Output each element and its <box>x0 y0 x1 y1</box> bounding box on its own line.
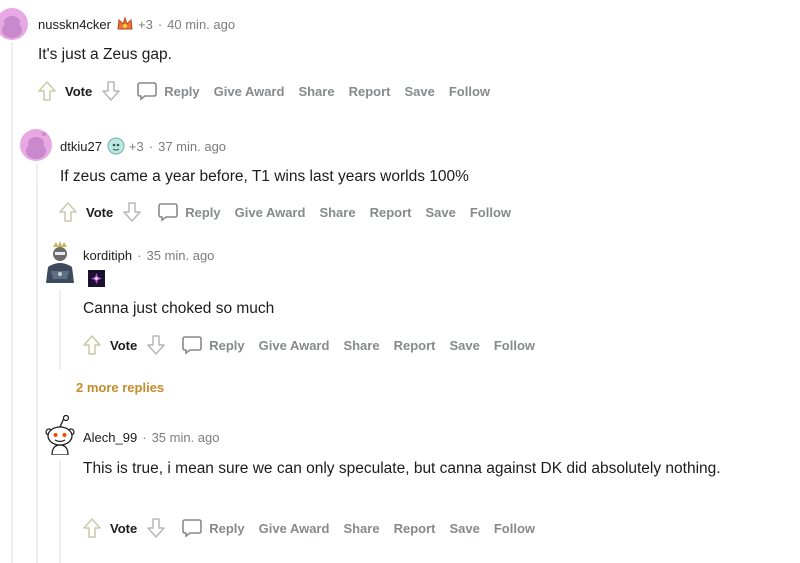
comment-text: Canna just choked so much <box>83 300 275 317</box>
save-button[interactable]: Save <box>449 521 479 536</box>
comment-meta: korditiph · 35 min. ago <box>83 248 214 263</box>
thread-line[interactable] <box>36 164 38 563</box>
comment-text: If zeus came a year before, T1 wins last… <box>60 168 469 185</box>
thread-line[interactable] <box>59 460 61 563</box>
flair-extra: +3 <box>137 16 153 32</box>
separator: · <box>142 430 147 445</box>
reply-button[interactable]: Reply <box>157 202 221 222</box>
downvote-icon[interactable] <box>147 517 165 539</box>
comment-actions: Vote Reply Give Award Share Report Save … <box>83 334 549 356</box>
report-button[interactable]: Report <box>349 84 391 99</box>
save-button[interactable]: Save <box>404 84 434 99</box>
vote-label: Vote <box>110 337 138 353</box>
reply-label: Reply <box>164 83 200 99</box>
thread-line[interactable] <box>59 290 61 370</box>
avatar[interactable] <box>0 8 28 40</box>
comment-actions: Vote Reply Give Award Share Report Save … <box>38 80 504 102</box>
reply-button[interactable]: Reply <box>136 81 200 101</box>
report-button[interactable]: Report <box>394 521 436 536</box>
avatar[interactable] <box>43 241 77 283</box>
snoo-avatar-icon <box>45 415 75 455</box>
character-flair-icon <box>107 137 125 155</box>
snoo-avatar-icon <box>26 132 46 159</box>
report-button[interactable]: Report <box>394 338 436 353</box>
share-button[interactable]: Share <box>319 205 355 220</box>
comment-bubble-icon <box>158 203 179 222</box>
follow-button[interactable]: Follow <box>494 521 535 536</box>
comment-text: This is true, i mean sure we can only sp… <box>83 460 721 477</box>
crown-flair-icon <box>116 15 134 33</box>
reply-label: Reply <box>209 337 245 353</box>
reply-button[interactable]: Reply <box>181 335 245 355</box>
downvote-icon[interactable] <box>147 334 165 356</box>
timestamp[interactable]: 35 min. ago <box>152 430 220 445</box>
save-button[interactable]: Save <box>425 205 455 220</box>
snoo-avatar-icon <box>2 16 22 38</box>
timestamp[interactable]: 37 min. ago <box>158 139 226 154</box>
username[interactable]: dtkiu27 <box>60 139 102 154</box>
reply-label: Reply <box>209 520 245 536</box>
comment-text: It's just a Zeus gap. <box>38 46 172 63</box>
share-button[interactable]: Share <box>343 521 379 536</box>
comment-bubble-icon <box>182 519 203 538</box>
upvote-icon[interactable] <box>59 201 77 223</box>
follow-button[interactable]: Follow <box>494 338 535 353</box>
username[interactable]: nusskn4cker <box>38 17 111 32</box>
share-button[interactable]: Share <box>298 84 334 99</box>
reply-label: Reply <box>185 204 221 220</box>
follow-button[interactable]: Follow <box>470 205 511 220</box>
comment-meta: nusskn4cker +3 · 40 min. ago <box>38 15 235 33</box>
comment-bubble-icon <box>182 336 203 355</box>
give-award-button[interactable]: Give Award <box>214 84 285 99</box>
downvote-icon[interactable] <box>102 80 120 102</box>
separator: · <box>137 248 142 263</box>
reply-button[interactable]: Reply <box>181 518 245 538</box>
vote-label: Vote <box>65 83 93 99</box>
timestamp[interactable]: 40 min. ago <box>167 17 235 32</box>
flair-extra: +3 <box>128 138 144 154</box>
username[interactable]: korditiph <box>83 248 132 263</box>
upvote-icon[interactable] <box>83 517 101 539</box>
purple-emblem-icon <box>88 270 105 287</box>
vote-label: Vote <box>110 520 138 536</box>
give-award-button[interactable]: Give Award <box>235 205 306 220</box>
comment-actions: Vote Reply Give Award Share Report Save … <box>83 517 549 539</box>
timestamp[interactable]: 35 min. ago <box>146 248 214 263</box>
character-avatar-icon <box>46 241 74 283</box>
avatar[interactable] <box>43 415 77 455</box>
save-button[interactable]: Save <box>449 338 479 353</box>
report-button[interactable]: Report <box>370 205 412 220</box>
comment-meta: dtkiu27 +3 · 37 min. ago <box>60 137 226 155</box>
comment-meta: Alech_99 · 35 min. ago <box>83 430 220 445</box>
share-button[interactable]: Share <box>343 338 379 353</box>
downvote-icon[interactable] <box>123 201 141 223</box>
upvote-icon[interactable] <box>38 80 56 102</box>
follow-button[interactable]: Follow <box>449 84 490 99</box>
thread-line[interactable] <box>11 42 13 563</box>
avatar[interactable] <box>20 129 52 161</box>
vote-label: Vote <box>86 204 114 220</box>
separator: · <box>148 138 154 154</box>
give-award-button[interactable]: Give Award <box>259 521 330 536</box>
username[interactable]: Alech_99 <box>83 430 137 445</box>
comment-actions: Vote Reply Give Award Share Report Save … <box>59 201 525 223</box>
upvote-icon[interactable] <box>83 334 101 356</box>
comment-bubble-icon <box>137 82 158 101</box>
give-award-button[interactable]: Give Award <box>259 338 330 353</box>
separator: · <box>157 16 163 32</box>
more-replies-link[interactable]: 2 more replies <box>76 380 164 395</box>
